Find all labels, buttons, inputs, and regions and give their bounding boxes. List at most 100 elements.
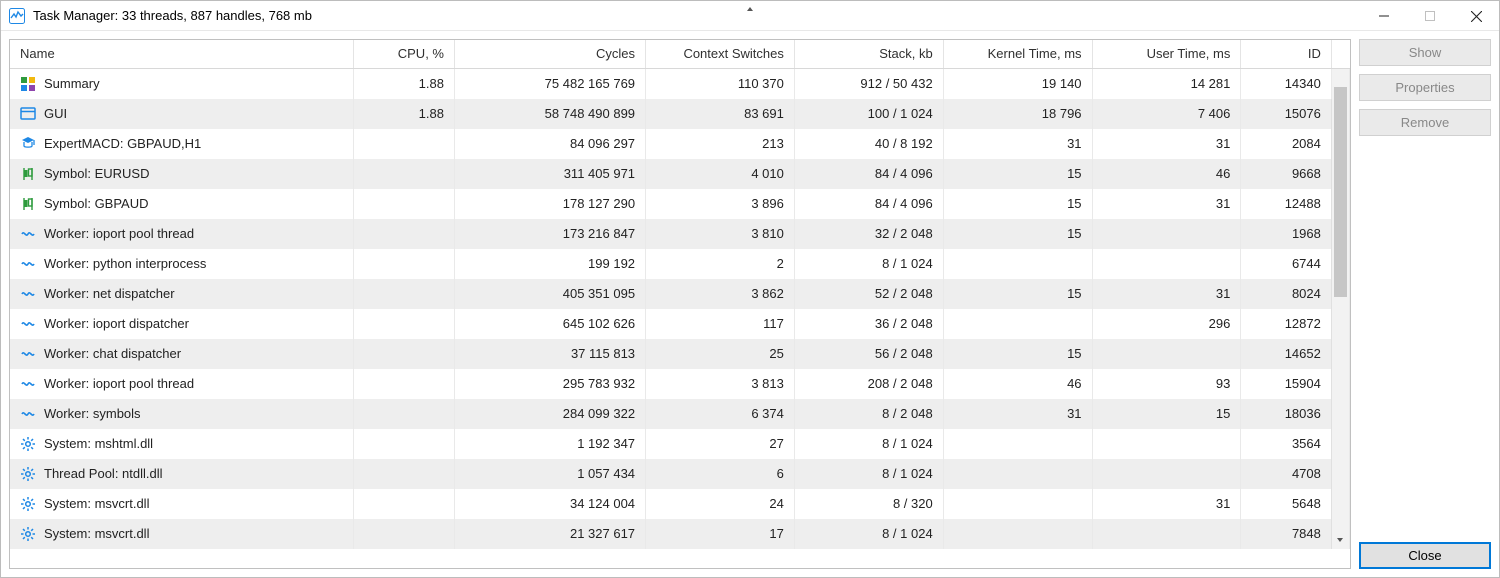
row-name-label: Worker: net dispatcher [44,286,175,301]
table-row[interactable]: Worker: ioport pool thread295 783 9323 8… [10,369,1350,399]
col-context-switches[interactable]: Context Switches [646,40,795,68]
cell-ktime: 46 [943,369,1092,399]
table-row[interactable]: Worker: ioport dispatcher645 102 6261173… [10,309,1350,339]
cell-cycles: 295 783 932 [454,369,645,399]
col-name[interactable]: Name [10,40,354,68]
cell-cycles: 1 057 434 [454,459,645,489]
row-name-label: GUI [44,106,67,121]
cell-id: 7848 [1241,519,1332,549]
table-row[interactable]: Worker: symbols 284 099 3226 3748 / 2 048… [10,399,1350,429]
table-row[interactable]: System: msvcrt.dll34 124 004248 / 320315… [10,489,1350,519]
cell-csw: 4 010 [646,159,795,189]
cell-ktime [943,519,1092,549]
infinity-icon [20,256,36,272]
col-stack[interactable]: Stack, kb [794,40,943,68]
row-name-label: Worker: ioport dispatcher [44,316,189,331]
cell-cycles: 34 124 004 [454,489,645,519]
cell-name: Symbol: EURUSD [10,159,354,189]
table-row[interactable]: Summary1.8875 482 165 769110 370912 / 50… [10,68,1350,99]
infinity-icon [20,226,36,242]
cell-name: Worker: ioport pool thread [10,219,354,249]
cell-ktime: 15 [943,159,1092,189]
remove-button[interactable]: Remove [1359,109,1491,136]
cell-ktime: 15 [943,279,1092,309]
cell-cycles: 178 127 290 [454,189,645,219]
cell-id: 12488 [1241,189,1332,219]
row-name-label: System: msvcrt.dll [44,526,149,541]
cell-utime: 296 [1092,309,1241,339]
infinity-icon [20,376,36,392]
cell-utime: 14 281 [1092,68,1241,99]
cell-id: 14652 [1241,339,1332,369]
cell-ktime: 18 796 [943,99,1092,129]
cell-name: GUI [10,99,354,129]
cell-utime [1092,519,1241,549]
table-row[interactable]: Worker: python interprocess199 19228 / 1… [10,249,1350,279]
table-row[interactable]: Thread Pool: ntdll.dll1 057 43468 / 1 02… [10,459,1350,489]
cell-csw: 2 [646,249,795,279]
cell-ktime: 31 [943,399,1092,429]
cell-stack: 8 / 2 048 [794,399,943,429]
col-cycles[interactable]: Cycles [454,40,645,68]
cell-cpu [354,219,455,249]
cell-cpu [354,309,455,339]
cell-ktime [943,249,1092,279]
cell-csw: 6 374 [646,399,795,429]
cell-id: 14340 [1241,68,1332,99]
table-row[interactable]: Symbol: EURUSD311 405 9714 01084 / 4 096… [10,159,1350,189]
cell-utime: 46 [1092,159,1241,189]
table-row[interactable]: Symbol: GBPAUD178 127 2903 89684 / 4 096… [10,189,1350,219]
cell-cycles: 84 096 297 [454,129,645,159]
cell-stack: 52 / 2 048 [794,279,943,309]
cell-name: Worker: net dispatcher [10,279,354,309]
table-row[interactable]: Worker: chat dispatcher37 115 8132556 / … [10,339,1350,369]
table-row[interactable]: Worker: ioport pool thread 173 216 8473 8… [10,219,1350,249]
cell-cpu [354,159,455,189]
col-user-time[interactable]: User Time, ms [1092,40,1241,68]
properties-button[interactable]: Properties [1359,74,1491,101]
cell-stack: 100 / 1 024 [794,99,943,129]
table-row[interactable]: System: mshtml.dll1 192 347278 / 1 02435… [10,429,1350,459]
cell-ktime: 15 [943,339,1092,369]
table-row[interactable]: ExpertMACD: GBPAUD,H184 096 29721340 / 8… [10,129,1350,159]
cell-utime: 93 [1092,369,1241,399]
scroll-down-arrow-icon[interactable] [1332,531,1349,549]
cell-csw: 3 896 [646,189,795,219]
cell-cpu [354,459,455,489]
cell-cycles: 284 099 322 [454,399,645,429]
cell-utime [1092,429,1241,459]
cell-name: Summary [10,69,354,99]
col-kernel-time[interactable]: Kernel Time, ms [943,40,1092,68]
cell-stack: 912 / 50 432 [794,68,943,99]
cell-csw: 213 [646,129,795,159]
cell-stack: 8 / 1 024 [794,459,943,489]
cell-utime [1092,339,1241,369]
cell-cycles: 58 748 490 899 [454,99,645,129]
col-cpu[interactable]: CPU, % [354,40,455,68]
cell-cpu: 1.88 [354,99,455,129]
row-name-label: Thread Pool: ntdll.dll [44,466,163,481]
col-id[interactable]: ID [1241,40,1332,68]
cell-id: 15904 [1241,369,1332,399]
row-name-label: Worker: symbols [44,406,141,421]
gear-icon [20,496,36,512]
show-button[interactable]: Show [1359,39,1491,66]
table-row[interactable]: GUI1.8858 748 490 89983 691100 / 1 02418… [10,99,1350,129]
task-manager-window: Task Manager: 33 threads, 887 handles, 7… [0,0,1500,578]
table-row[interactable]: Worker: net dispatcher405 351 0953 86252… [10,279,1350,309]
summary-icon [20,76,36,92]
close-button[interactable]: Close [1359,542,1491,569]
scrollbar[interactable] [1331,68,1349,549]
table-row[interactable]: System: msvcrt.dll21 327 617178 / 1 0247… [10,519,1350,549]
cell-utime: 7 406 [1092,99,1241,129]
cell-csw: 3 810 [646,219,795,249]
candlestick-icon [20,196,36,212]
cell-cpu [354,399,455,429]
scrollbar-thumb[interactable] [1334,87,1347,297]
cell-name: Symbol: GBPAUD [10,189,354,219]
cell-id: 8024 [1241,279,1332,309]
cell-id: 12872 [1241,309,1332,339]
cell-utime [1092,219,1241,249]
cell-cpu [354,519,455,549]
cell-cycles: 173 216 847 [454,219,645,249]
